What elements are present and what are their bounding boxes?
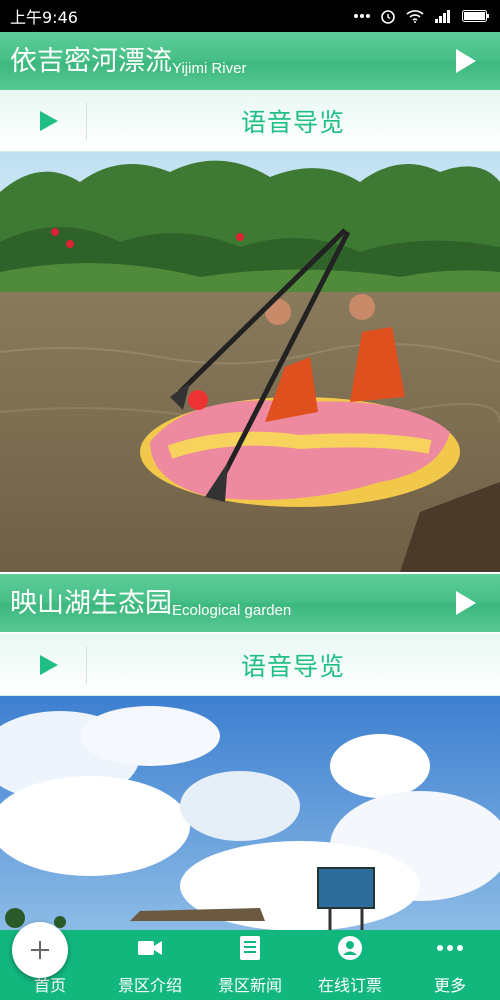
play-icon[interactable]	[456, 591, 476, 615]
battery-icon	[462, 10, 489, 22]
section-title: 映山湖生态园	[10, 587, 172, 619]
status-time: 上午9:46	[10, 8, 78, 27]
section-subtitle: Ecological garden	[172, 601, 292, 619]
more-dots-icon	[354, 14, 370, 18]
section-title: 依吉密河漂流	[10, 45, 172, 77]
audio-guide-bar[interactable]: 语音导览	[0, 634, 500, 696]
audio-guide-label: 语音导览	[240, 107, 345, 137]
nav-item-more[interactable]: 更多	[400, 930, 500, 1000]
audio-play-icon[interactable]	[40, 654, 58, 675]
audio-guide-bar[interactable]: 语音导览	[0, 90, 500, 152]
section-title-bar[interactable]: 映山湖生态园 Ecological garden	[0, 574, 500, 632]
plus-icon	[31, 941, 49, 959]
section-title-bar[interactable]: 依吉密河漂流 Yijimi River	[0, 32, 500, 90]
alarm-icon	[381, 10, 395, 24]
nav-label: 更多	[433, 976, 466, 995]
play-icon[interactable]	[456, 49, 476, 73]
signal-icon	[435, 10, 450, 23]
user-icon	[338, 934, 362, 962]
nav-item-news[interactable]: 景区新闻	[200, 930, 300, 1000]
video-icon	[138, 934, 162, 962]
news-icon	[240, 934, 260, 962]
audio-play-icon[interactable]	[40, 110, 58, 131]
wifi-icon	[406, 10, 424, 23]
nav-label: 景区新闻	[217, 976, 282, 995]
add-button[interactable]	[12, 922, 68, 978]
sky-clouds-photo[interactable]	[0, 696, 500, 930]
nav-label: 在线订票	[317, 976, 382, 995]
bottom-navigation: 首页 景区介绍 景区新闻 在线订票 更多	[0, 930, 500, 1000]
audio-guide-label: 语音导览	[240, 651, 345, 681]
river-rafting-photo[interactable]	[0, 152, 500, 572]
nav-item-intro[interactable]: 景区介绍	[100, 930, 200, 1000]
nav-label: 景区介绍	[117, 976, 182, 995]
section-subtitle: Yijimi River	[172, 59, 247, 77]
more-icon	[436, 934, 464, 962]
status-bar: 上午9:46	[0, 0, 500, 32]
nav-item-tickets[interactable]: 在线订票	[300, 930, 400, 1000]
